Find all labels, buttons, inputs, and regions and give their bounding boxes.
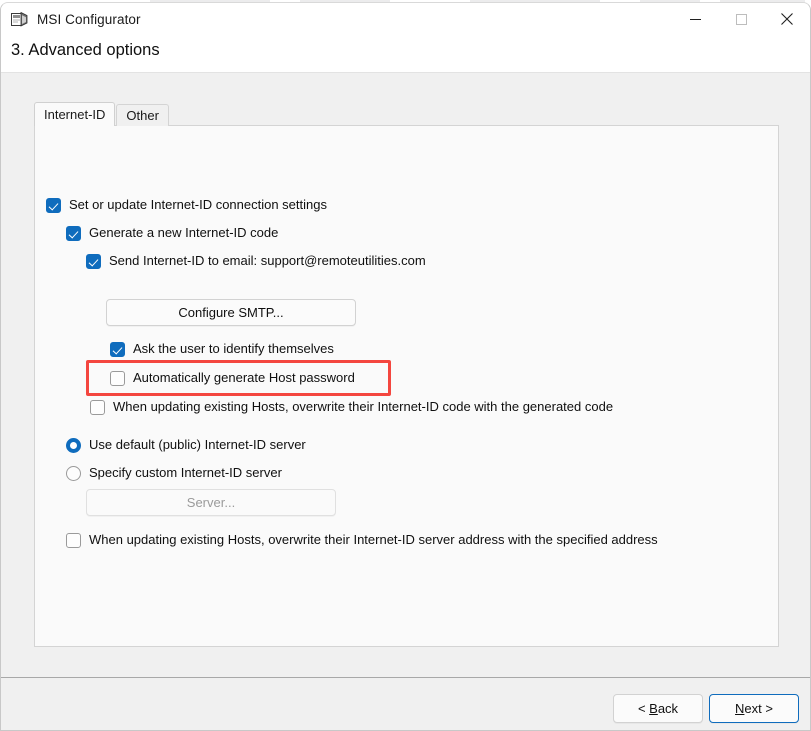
checkbox-indicator [46,197,61,213]
checkbox-overwrite-internet-id-code[interactable]: When updating existing Hosts, overwrite … [90,399,613,415]
checkbox-indicator [110,341,125,357]
checkbox-generate-new-code-label: Generate a new Internet-ID code [89,225,279,240]
checkbox-indicator [66,225,81,241]
close-button[interactable] [764,3,810,35]
checkbox-ask-user-identify-label: Ask the user to identify themselves [133,341,334,356]
checkbox-overwrite-internet-id-code-label: When updating existing Hosts, overwrite … [113,399,614,414]
configure-smtp-button-label: Configure SMTP... [178,305,284,320]
back-button[interactable]: < Back [613,694,703,723]
radio-indicator [66,437,81,453]
checkbox-send-internet-id-email-label: Send Internet-ID to email: support@remot… [109,253,426,268]
footer-bar: < Back Next > [1,678,810,730]
tab-internet-id[interactable]: Internet-ID [34,102,116,126]
maximize-button [718,3,764,35]
server-button[interactable]: Server... [86,489,336,516]
title-bar: MSI Configurator [1,3,810,35]
msi-package-icon [11,11,28,28]
page-title: 3. Advanced options [11,41,160,59]
radio-specify-custom-server-label: Specify custom Internet-ID server [89,465,282,480]
server-button-label: Server... [186,495,236,510]
step-header: 3. Advanced options [1,35,810,72]
checkbox-indicator [110,370,125,386]
checkbox-set-update-settings[interactable]: Set or update Internet-ID connection set… [46,197,327,213]
checkbox-overwrite-server-address[interactable]: When updating existing Hosts, overwrite … [66,532,658,548]
checkbox-indicator [90,399,105,415]
back-button-label: < Back [637,701,679,716]
configure-smtp-button[interactable]: Configure SMTP... [106,299,356,326]
tab-other[interactable]: Other [116,104,169,126]
checkbox-send-internet-id-email[interactable]: Send Internet-ID to email: support@remot… [86,253,426,269]
window-controls [672,3,810,35]
next-button[interactable]: Next > [709,694,799,723]
checkbox-set-update-settings-label: Set or update Internet-ID connection set… [69,197,327,212]
tab-other-label: Other [126,108,159,123]
radio-indicator [66,465,81,481]
tab-strip: Internet-ID Other [34,102,170,126]
radio-use-default-server[interactable]: Use default (public) Internet-ID server [66,437,306,453]
radio-use-default-server-label: Use default (public) Internet-ID server [89,437,306,452]
checkbox-auto-generate-host-password[interactable]: Automatically generate Host password [110,370,355,386]
checkbox-indicator [66,532,81,548]
body-area: Internet-ID Other Set or update Internet… [1,73,810,677]
msi-configurator-window: MSI Configurator 3. Advanced options Int… [0,2,811,731]
checkbox-indicator [86,253,101,269]
window-title: MSI Configurator [37,11,141,27]
tab-panel-internet-id: Set or update Internet-ID connection set… [34,125,779,647]
next-button-label: Next > [735,701,773,716]
minimize-button[interactable] [672,3,718,35]
checkbox-auto-generate-host-password-label: Automatically generate Host password [133,370,355,385]
tab-internet-id-label: Internet-ID [44,107,106,122]
checkbox-ask-user-identify[interactable]: Ask the user to identify themselves [110,341,334,357]
radio-specify-custom-server[interactable]: Specify custom Internet-ID server [66,465,282,481]
checkbox-overwrite-server-address-label: When updating existing Hosts, overwrite … [89,532,658,547]
checkbox-generate-new-code[interactable]: Generate a new Internet-ID code [66,225,278,241]
